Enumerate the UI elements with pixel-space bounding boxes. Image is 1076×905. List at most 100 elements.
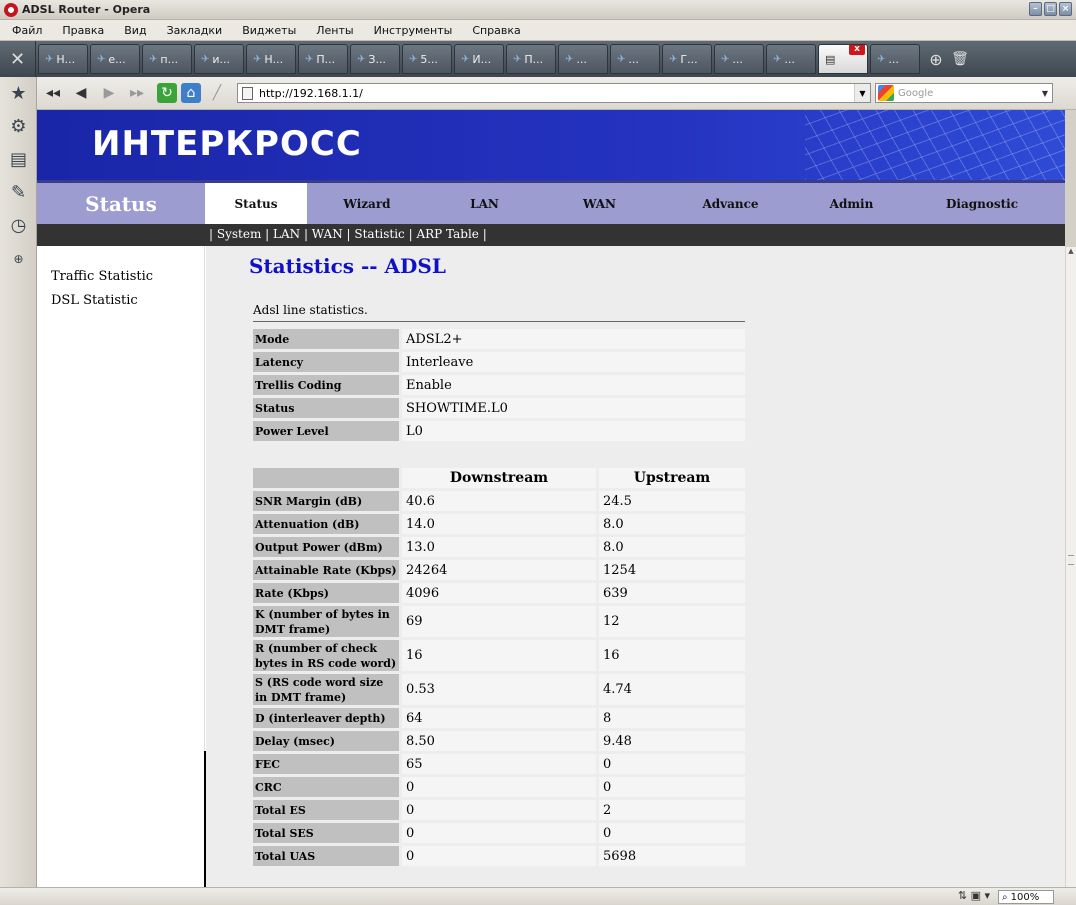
downstream-value: 0: [402, 777, 596, 797]
downstream-value: 0: [402, 800, 596, 820]
widgets-icon[interactable]: ▤: [0, 143, 37, 176]
row-label: Delay (msec): [253, 731, 399, 751]
menu-item[interactable]: Виджеты: [230, 24, 304, 37]
menu-item[interactable]: Правка: [50, 24, 112, 37]
minimize-icon[interactable]: –: [1029, 2, 1042, 16]
left-menu-item[interactable]: Traffic Statistic: [51, 269, 153, 284]
close-tab-icon[interactable]: x: [849, 45, 865, 55]
menu-bar: Файл Правка Вид Закладки Виджеты Ленты Инструм…: [0, 20, 1076, 41]
settings-gear-icon[interactable]: ⚙: [0, 110, 37, 143]
feeds-icon[interactable]: ✎: [0, 176, 37, 209]
browser-tab[interactable]: ✈ е...: [90, 44, 140, 74]
row-label: Rate (Kbps): [253, 583, 399, 603]
tab-label: П...: [524, 52, 544, 66]
subnav-links[interactable]: | System | LAN | WAN | Statistic | ARP T…: [209, 227, 487, 241]
reload-icon[interactable]: ↻: [157, 83, 177, 103]
row-value: Interleave: [402, 352, 745, 372]
browser-tab[interactable]: ✈ и...: [194, 44, 244, 74]
menu-item[interactable]: Файл: [0, 24, 50, 37]
menu-item[interactable]: Инструменты: [362, 24, 461, 37]
tab-label: П...: [316, 52, 336, 66]
row-label: FEC: [253, 754, 399, 774]
browser-tab[interactable]: ✈...: [766, 44, 816, 74]
home-icon[interactable]: ⌂: [181, 83, 201, 103]
close-icon[interactable]: ×: [1059, 2, 1072, 16]
history-clock-icon[interactable]: ◷: [0, 209, 37, 242]
tab-favicon-icon: ✈: [45, 53, 54, 65]
zoom-value: 100%: [1010, 891, 1040, 903]
menu-item[interactable]: Закладки: [155, 24, 231, 37]
tab-label: п...: [160, 52, 179, 66]
maximize-icon[interactable]: □: [1044, 2, 1057, 16]
menu-item[interactable]: Вид: [112, 24, 154, 37]
tab-favicon-icon: ✈: [565, 53, 574, 65]
zoom-icon: ⌕: [1002, 891, 1008, 903]
nav-tab-diagnostic[interactable]: Diagnostic: [899, 183, 1065, 224]
table-row: K (number of bytes in DMT frame) 69 12: [253, 606, 745, 637]
address-field[interactable]: http://192.168.1.1/ ▼: [237, 83, 871, 103]
downstream-value: 24264: [402, 560, 596, 580]
left-menu: Traffic Statistic DSL Statistic: [37, 246, 206, 887]
table-row: Total SES 0 0: [253, 823, 745, 843]
trash-icon[interactable]: 🗑: [948, 51, 972, 67]
browser-tab[interactable]: ✈...: [610, 44, 660, 74]
nav-tab-wizard[interactable]: Wizard: [307, 183, 427, 224]
nav-tab-wan[interactable]: WAN: [542, 183, 657, 224]
nav-tab-admin[interactable]: Admin: [804, 183, 899, 224]
banner-globe-decoration: [805, 110, 1065, 180]
address-dropdown-icon[interactable]: ▼: [854, 84, 870, 102]
downstream-value: 65: [402, 754, 596, 774]
back-icon[interactable]: ◀: [69, 81, 93, 105]
tab-favicon-icon: ✈: [149, 53, 158, 65]
table-row: Status SHOWTIME.L0: [253, 398, 745, 418]
new-tab-icon[interactable]: ⊕: [924, 47, 948, 71]
browser-tab[interactable]: ✈...: [558, 44, 608, 74]
browser-tab[interactable]: ✈ 5...: [402, 44, 452, 74]
window-titlebar: ADSL Router - Opera – □ ×: [0, 0, 1076, 20]
side-panel: ★ ⚙ ▤ ✎ ◷ ⊕: [0, 77, 37, 887]
zoom-control[interactable]: ⌕ 100%: [998, 890, 1054, 904]
browser-tab[interactable]: ✈...: [870, 44, 920, 74]
bookmarks-star-icon[interactable]: ★: [0, 77, 37, 110]
browser-tab[interactable]: ✈ П...: [298, 44, 348, 74]
rewind-icon[interactable]: ◂◂: [41, 81, 65, 105]
table-row: Output Power (dBm) 13.0 8.0: [253, 537, 745, 557]
upstream-value: 2: [599, 800, 745, 820]
tab-favicon-icon: ✈: [513, 53, 522, 65]
vertical-scrollbar[interactable]: ▲: [1065, 247, 1076, 887]
edit-icon[interactable]: ╱: [205, 81, 229, 105]
browser-tab[interactable]: ✈ П...: [506, 44, 556, 74]
add-panel-icon[interactable]: ⊕: [0, 242, 37, 275]
nav-tab-advance[interactable]: Advance: [657, 183, 804, 224]
browser-tab[interactable]: ✈ И...: [454, 44, 504, 74]
scroll-up-icon[interactable]: ▲: [1066, 247, 1076, 259]
row-label: CRC: [253, 777, 399, 797]
fast-forward-icon[interactable]: ▸▸: [125, 81, 149, 105]
table-row: Rate (Kbps) 4096 639: [253, 583, 745, 603]
active-browser-tab[interactable]: ▤ x: [818, 44, 868, 74]
browser-tab[interactable]: ✈ Н...: [246, 44, 296, 74]
line-info-table: Mode ADSL2+ Latency Interleave Trellis Codin…: [253, 329, 745, 444]
nav-tab-status[interactable]: Status: [205, 183, 307, 224]
menu-item[interactable]: Справка: [460, 24, 528, 37]
page-icon: ▤: [825, 52, 836, 66]
browser-tab[interactable]: ✈ З...: [350, 44, 400, 74]
row-label: Total SES: [253, 823, 399, 843]
scroll-grip-icon[interactable]: [1068, 555, 1074, 565]
row-label: S (RS code word size in DMT frame): [253, 674, 399, 705]
menu-item[interactable]: Ленты: [304, 24, 361, 37]
forward-icon[interactable]: ▶: [97, 81, 121, 105]
table-row: Attainable Rate (Kbps) 24264 1254: [253, 560, 745, 580]
search-field[interactable]: Google ▼: [875, 83, 1053, 103]
browser-tab[interactable]: ✈ п...: [142, 44, 192, 74]
nav-tab-lan[interactable]: LAN: [427, 183, 542, 224]
browser-tab[interactable]: ✈ Н...: [38, 44, 88, 74]
upstream-value: 5698: [599, 846, 745, 866]
browser-tab[interactable]: ✈...: [714, 44, 764, 74]
browser-tab[interactable]: ✈ Г...: [662, 44, 712, 74]
tools-icon[interactable]: ✕: [0, 41, 36, 77]
left-menu-item[interactable]: DSL Statistic: [51, 293, 138, 308]
status-icons[interactable]: ⇅ ▣ ▾: [958, 889, 990, 902]
table-row: Latency Interleave: [253, 352, 745, 372]
search-dropdown-icon[interactable]: ▼: [1038, 84, 1052, 102]
